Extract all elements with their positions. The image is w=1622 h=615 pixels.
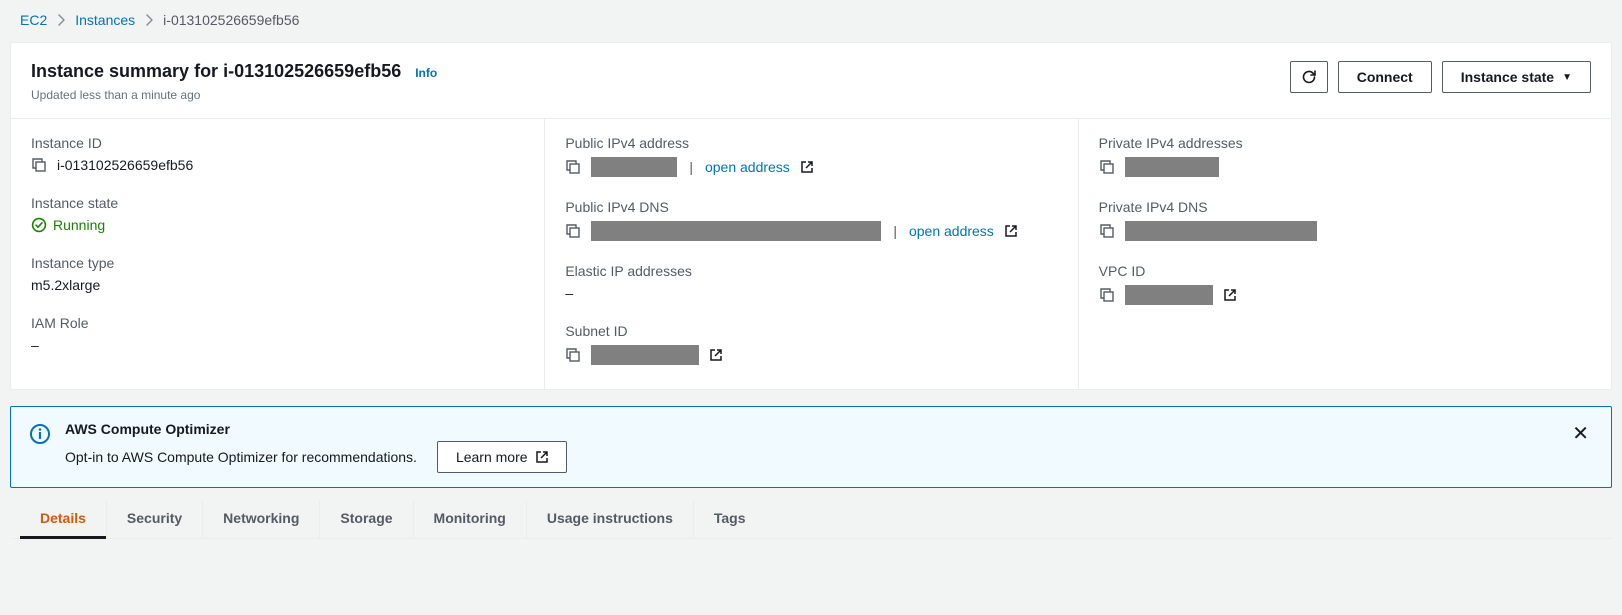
copy-icon[interactable] (1099, 287, 1115, 303)
subnet-id-value (591, 345, 699, 365)
iam-role-label: IAM Role (31, 315, 524, 331)
chevron-right-icon (57, 14, 65, 26)
tab-usage-instructions[interactable]: Usage instructions (526, 500, 693, 538)
private-dns-value (1125, 221, 1317, 241)
info-link[interactable]: Info (415, 66, 437, 80)
page-title: Instance summary for i-013102526659efb56 (31, 61, 401, 82)
vpc-id-value (1125, 285, 1213, 305)
instance-type-label: Instance type (31, 255, 524, 271)
tab-security[interactable]: Security (106, 500, 202, 538)
copy-icon[interactable] (1099, 159, 1115, 175)
elastic-ip-label: Elastic IP addresses (565, 263, 1057, 279)
public-dns-value (591, 221, 881, 241)
public-dns-label: Public IPv4 DNS (565, 199, 1057, 215)
chevron-right-icon (145, 14, 153, 26)
breadcrumb-current: i-013102526659efb56 (163, 12, 299, 28)
summary-col-3: Private IPv4 addresses Private IPv4 DNS (1078, 118, 1611, 389)
breadcrumb-instances[interactable]: Instances (75, 12, 135, 28)
subnet-id-label: Subnet ID (565, 323, 1057, 339)
private-ipv4-value (1125, 157, 1219, 177)
refresh-icon (1301, 69, 1317, 85)
open-address-link[interactable]: open address (705, 159, 790, 175)
notice-text: Opt-in to AWS Compute Optimizer for reco… (65, 449, 417, 465)
instance-summary-panel: Instance summary for i-013102526659efb56… (10, 42, 1612, 390)
instance-id-value: i-013102526659efb56 (57, 157, 193, 173)
private-ipv4-label: Private IPv4 addresses (1099, 135, 1591, 151)
close-icon: ✕ (1572, 423, 1589, 445)
notice-title: AWS Compute Optimizer (65, 421, 1554, 437)
tab-tags[interactable]: Tags (693, 500, 766, 538)
close-button[interactable]: ✕ (1568, 421, 1593, 446)
info-icon (29, 423, 51, 445)
refresh-button[interactable] (1290, 61, 1328, 93)
summary-col-2: Public IPv4 address | open address (544, 118, 1077, 389)
iam-role-value: – (31, 337, 39, 353)
copy-icon[interactable] (565, 159, 581, 175)
tab-monitoring[interactable]: Monitoring (413, 500, 526, 538)
copy-icon[interactable] (565, 347, 581, 363)
instance-state-button[interactable]: Instance state ▼ (1442, 61, 1591, 93)
external-link-icon[interactable] (709, 348, 723, 362)
external-link-icon (800, 160, 814, 174)
public-ipv4-label: Public IPv4 address (565, 135, 1057, 151)
external-link-icon (536, 451, 548, 463)
summary-col-1: Instance ID i-013102526659efb56 Instance… (11, 118, 544, 389)
public-ipv4-value (591, 157, 677, 177)
copy-icon[interactable] (1099, 223, 1115, 239)
compute-optimizer-notice: AWS Compute Optimizer Opt-in to AWS Comp… (10, 406, 1612, 488)
open-address-link[interactable]: open address (909, 223, 994, 239)
elastic-ip-value: – (565, 285, 573, 301)
learn-more-button[interactable]: Learn more (437, 441, 567, 473)
copy-icon[interactable] (31, 157, 47, 173)
external-link-icon[interactable] (1223, 288, 1237, 302)
external-link-icon (1004, 224, 1018, 238)
breadcrumb-root[interactable]: EC2 (20, 12, 47, 28)
tab-networking[interactable]: Networking (202, 500, 319, 538)
connect-button[interactable]: Connect (1338, 61, 1432, 93)
status-badge: Running (31, 217, 105, 233)
breadcrumb: EC2 Instances i-013102526659efb56 (10, 0, 1612, 42)
copy-icon[interactable] (565, 223, 581, 239)
caret-down-icon: ▼ (1562, 72, 1572, 83)
instance-type-value: m5.2xlarge (31, 277, 100, 293)
instance-state-label: Instance state (31, 195, 524, 211)
updated-subtitle: Updated less than a minute ago (31, 88, 437, 102)
tab-details[interactable]: Details (20, 500, 106, 539)
tab-storage[interactable]: Storage (319, 500, 412, 538)
tabs: Details Security Networking Storage Moni… (10, 500, 1612, 539)
private-dns-label: Private IPv4 DNS (1099, 199, 1591, 215)
vpc-id-label: VPC ID (1099, 263, 1591, 279)
instance-id-label: Instance ID (31, 135, 524, 151)
